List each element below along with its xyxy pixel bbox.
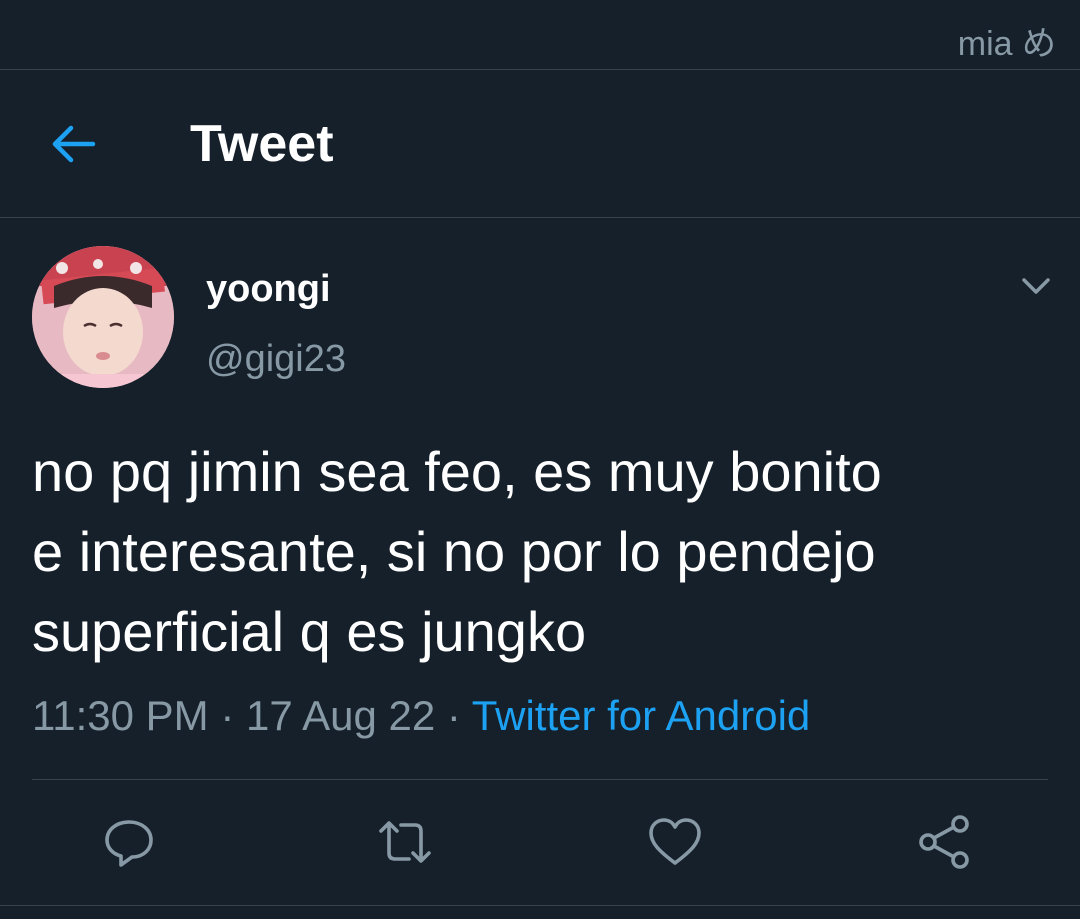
avatar-image (32, 246, 174, 388)
author-display-name[interactable]: yoongi (206, 268, 331, 311)
bottom-divider (0, 905, 1080, 906)
tweet-time: 11:30 PM (32, 692, 209, 739)
tweet-text-line: e interesante, si no por lo pendejo (32, 520, 876, 583)
arrow-left-icon (52, 125, 96, 163)
tweet-date: 17 Aug 22 (246, 692, 436, 739)
retweet-button[interactable] (375, 812, 435, 872)
share-icon (919, 815, 969, 869)
meta-separator: · (446, 692, 461, 739)
heart-icon (649, 818, 701, 865)
tweet-source-link[interactable]: Twitter for Android (472, 692, 810, 739)
reply-button[interactable] (99, 812, 159, 872)
page-title: Tweet (190, 115, 334, 173)
watermark-text: mia め (957, 25, 1056, 63)
meta-separator: · (220, 692, 235, 739)
reply-icon (105, 820, 153, 867)
tweet-text-line: superficial q es jungko (32, 600, 587, 663)
top-header: Tweet (0, 70, 1080, 218)
top-strip: mia め (0, 0, 1080, 70)
avatar[interactable] (32, 246, 174, 388)
tweet-text-line: no pq jimin sea feo, es muy bonito (32, 440, 882, 503)
retweet-icon (379, 821, 431, 863)
tweet-text: no pq jimin sea feo, es muy bonito e int… (32, 432, 1042, 672)
back-button[interactable] (44, 116, 104, 172)
share-button[interactable] (914, 812, 974, 872)
tweet-meta: 11:30 PM · 17 Aug 22 · Twitter for Andro… (32, 692, 810, 740)
divider (32, 779, 1048, 780)
like-button[interactable] (645, 812, 705, 872)
tweet-options-button[interactable] (1018, 268, 1054, 304)
chevron-down-icon (1022, 278, 1050, 294)
author-handle[interactable]: @gigi23 (206, 338, 346, 381)
